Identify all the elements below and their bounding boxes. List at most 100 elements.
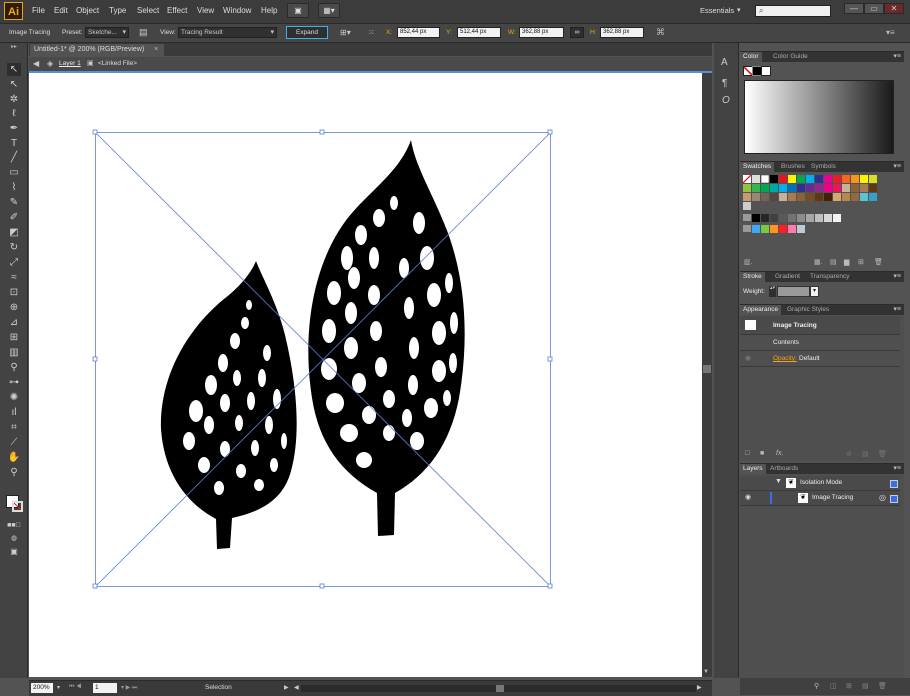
locate-object-button-icon[interactable]: ⚲ — [814, 682, 819, 690]
color-mode-icons[interactable]: ■■⃠ — [7, 519, 21, 532]
horizontal-scroll-thumb[interactable] — [496, 685, 504, 692]
workspace-switcher[interactable]: Essentials — [700, 6, 734, 15]
tab-color[interactable]: Color — [740, 52, 762, 62]
white-color-icon[interactable] — [761, 66, 771, 76]
layer-row-isolation[interactable]: ▼ ❦ Isolation Mode — [740, 476, 900, 491]
show-swatch-kinds-icon[interactable]: ▦. — [814, 258, 823, 266]
artboard-canvas[interactable] — [29, 73, 702, 677]
constrain-proportions-icon[interactable]: ∞ — [570, 27, 584, 38]
expand-triangle-icon[interactable]: ▼ — [775, 478, 782, 485]
target-circle-icon[interactable]: ◎ — [879, 493, 886, 502]
blend-tool-icon[interactable]: ⊶ — [7, 376, 21, 389]
new-swatch-icon[interactable]: ⊞ — [858, 258, 864, 266]
rotate-tool-icon[interactable]: ↻ — [7, 241, 21, 254]
free-transform-tool-icon[interactable]: ⊡ — [7, 286, 21, 299]
tab-color-guide[interactable]: Color Guide — [770, 52, 811, 62]
horizontal-scrollbar[interactable] — [301, 685, 696, 692]
stroke-swatch[interactable] — [12, 501, 23, 512]
symbol-sprayer-tool-icon[interactable]: ✺ — [7, 391, 21, 404]
footer-newlayer-icon[interactable]: ▤ — [862, 682, 869, 690]
swatch-grid[interactable] — [743, 175, 888, 233]
document-tab[interactable]: Untitled-1* @ 200% (RGB/Preview) × — [30, 44, 164, 56]
tab-stroke[interactable]: Stroke — [740, 272, 765, 282]
layers-panel-menu-icon[interactable]: ▾≡ — [893, 464, 901, 474]
paragraph-panel-icon[interactable]: ¶ — [722, 78, 727, 89]
paintbrush-tool-icon[interactable]: ⌇ — [7, 181, 21, 194]
close-tab-icon[interactable]: × — [154, 46, 158, 53]
width-tool-icon[interactable]: ≈ — [7, 271, 21, 284]
tab-gradient[interactable]: Gradient — [772, 272, 803, 282]
pen-tool-icon[interactable]: ✒ — [7, 122, 21, 135]
arrange-documents-icon[interactable]: ▦▾ — [318, 3, 340, 18]
screen-mode-icon[interactable]: ▣ — [7, 545, 21, 558]
vertical-scroll-thumb[interactable] — [703, 365, 711, 373]
line-tool-icon[interactable]: ╱ — [7, 151, 21, 164]
delete-item-icon[interactable]: 🗑 — [878, 450, 887, 458]
drawing-mode-icon[interactable]: ◍ — [7, 532, 21, 545]
stroke-panel-menu-icon[interactable]: ▾≡ — [893, 272, 901, 282]
selection-indicator[interactable] — [890, 495, 898, 503]
color-panel-menu-icon[interactable]: ▾≡ — [893, 52, 901, 62]
zoom-tool-icon[interactable]: ⚲ — [7, 466, 21, 479]
weight-field[interactable] — [777, 286, 810, 297]
weight-dropdown-arrow[interactable]: ▾ — [810, 286, 819, 297]
menu-edit[interactable]: Edit — [54, 6, 68, 15]
zoom-field[interactable]: 200% — [31, 683, 53, 693]
selection-tool-icon[interactable]: ↖ — [7, 63, 21, 76]
status-menu-arrow[interactable]: ▶ — [284, 684, 289, 691]
tab-swatches[interactable]: Swatches — [740, 162, 775, 172]
lasso-tool-icon[interactable]: ℓ — [7, 107, 21, 120]
footer-sublayer-icon[interactable]: ⊞ — [846, 682, 852, 690]
layer-color-indicator[interactable] — [890, 480, 898, 488]
expand-button[interactable]: Expand — [286, 26, 328, 39]
add-new-effect-icon[interactable]: fx. — [776, 450, 783, 457]
minimize-button[interactable]: — — [844, 3, 864, 14]
tab-layers[interactable]: Layers — [740, 464, 766, 474]
hand-tool-icon[interactable]: ✋ — [7, 451, 21, 464]
eraser-tool-icon[interactable]: ◩ — [7, 226, 21, 239]
perspective-grid-tool-icon[interactable]: ⊿ — [7, 316, 21, 329]
tab-brushes[interactable]: Brushes — [778, 162, 808, 172]
shape-builder-tool-icon[interactable]: ⊕ — [7, 301, 21, 314]
eyedropper-tool-icon[interactable]: ⚲ — [7, 361, 21, 374]
first-artboard-icon[interactable]: ⏮ ◀ — [69, 684, 81, 691]
mesh-tool-icon[interactable]: ⊞ — [7, 331, 21, 344]
pencil-tool-icon[interactable]: ✎ — [7, 196, 21, 209]
transform-grid-icon[interactable]: ⁙ — [368, 27, 380, 38]
slice-tool-icon[interactable]: ⟋ — [7, 436, 21, 449]
reference-point-icon[interactable]: ⊞▾ — [340, 27, 358, 38]
footer-clip-icon[interactable]: ◫ — [830, 682, 837, 690]
tab-artboards[interactable]: Artboards — [767, 464, 801, 474]
menu-object[interactable]: Object — [76, 6, 99, 15]
visibility-eye-icon[interactable]: ◉ — [745, 354, 751, 362]
gradient-tool-icon[interactable]: ▥ — [7, 346, 21, 359]
next-artboard-icon[interactable]: ▾ ▶ ⏭ — [121, 684, 137, 692]
tab-appearance[interactable]: Appearance — [740, 305, 782, 315]
footer-delete-icon[interactable]: 🗑 — [878, 682, 887, 690]
y-field[interactable]: 512,44 px — [457, 27, 501, 38]
control-panel-menu-icon[interactable]: ▾≡ — [886, 27, 900, 38]
artboard-navigation-field[interactable]: 1 — [93, 683, 117, 693]
height-field[interactable]: 362,88 px — [600, 27, 644, 38]
menu-effect[interactable]: Effect — [167, 6, 187, 15]
artboard-tool-icon[interactable]: ⌗ — [7, 421, 21, 434]
selection-bounding-box[interactable] — [95, 132, 551, 587]
view-dropdown[interactable]: Tracing Result — [178, 27, 277, 38]
close-button[interactable]: ✕ — [884, 3, 904, 14]
menu-select[interactable]: Select — [137, 6, 159, 15]
back-arrow-icon[interactable]: ◀ — [33, 59, 39, 68]
new-color-group-icon[interactable]: ▆ — [844, 258, 849, 266]
delete-swatch-icon[interactable]: 🗑 — [874, 258, 883, 266]
tab-graphic-styles[interactable]: Graphic Styles — [784, 305, 832, 315]
type-tool-icon[interactable]: T — [7, 137, 21, 150]
scale-tool-icon[interactable]: ⤢ — [7, 256, 21, 269]
grayscale-spectrum[interactable] — [744, 80, 894, 154]
appearance-panel-menu-icon[interactable]: ▾≡ — [893, 305, 901, 315]
magic-wand-tool-icon[interactable]: ✲ — [7, 93, 21, 106]
duplicate-item-icon[interactable]: ▤ — [862, 450, 869, 458]
scroll-left-arrow[interactable]: ◀ — [294, 684, 299, 691]
maximize-button[interactable]: ▭ — [864, 3, 884, 14]
visibility-eye-icon[interactable]: ◉ — [745, 493, 751, 501]
tab-symbols[interactable]: Symbols — [808, 162, 839, 172]
zoom-dropdown-arrow[interactable]: ▾ — [57, 684, 60, 691]
